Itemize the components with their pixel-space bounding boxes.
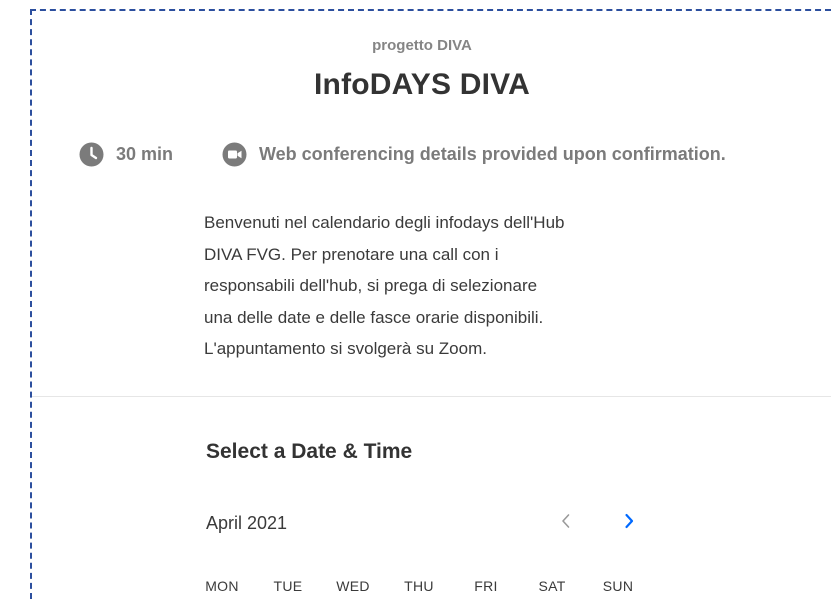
selection-border-top	[30, 9, 831, 11]
weekday-sun: SUN	[602, 578, 634, 594]
conferencing-detail: Web conferencing details provided upon c…	[222, 139, 726, 169]
clock-icon	[79, 142, 104, 167]
event-title: InfoDAYS DIVA	[314, 68, 530, 101]
description-line: DIVA FVG. Per prenotare una call con i	[204, 244, 499, 264]
booking-page: progetto DIVA InfoDAYS DIVA 30 min Web c…	[0, 0, 831, 599]
event-details: 30 min Web conferencing details provided…	[0, 139, 831, 169]
duration-detail: 30 min	[79, 139, 173, 169]
description-line: responsabili dell'hub, si prega di selez…	[204, 276, 538, 295]
conferencing-text: Web conferencing details provided upon c…	[259, 143, 726, 164]
video-camera-icon	[222, 142, 247, 167]
weekday-tue: TUE	[273, 578, 303, 594]
description-line: L'appuntamento si svolgerà su Zoom.	[204, 339, 487, 358]
weekday-thu: THU	[404, 578, 434, 594]
weekday-wed: WED	[336, 578, 370, 594]
description-line: una delle date e delle fasce orarie disp…	[204, 307, 544, 327]
section-divider	[32, 396, 831, 397]
previous-month-button[interactable]	[553, 509, 579, 537]
weekday-sat: SAT	[538, 578, 566, 594]
weekday-header: MON TUE WED THU FRI SAT SUN	[0, 578, 831, 598]
description-line: Benvenuti nel calendario degli infodays …	[204, 213, 565, 232]
duration-text: 30 min	[116, 143, 174, 164]
chevron-right-icon	[623, 513, 635, 534]
chevron-left-icon	[560, 513, 572, 534]
next-month-button[interactable]	[616, 509, 642, 537]
select-date-time-heading: Select a Date & Time	[206, 440, 413, 463]
calendar-month-label: April 2021	[206, 513, 288, 533]
event-description: Benvenuti nel calendario degli infodays …	[204, 207, 664, 365]
weekday-fri: FRI	[474, 578, 498, 594]
organizer-name: progetto DIVA	[372, 37, 472, 54]
weekday-mon: MON	[205, 578, 239, 594]
